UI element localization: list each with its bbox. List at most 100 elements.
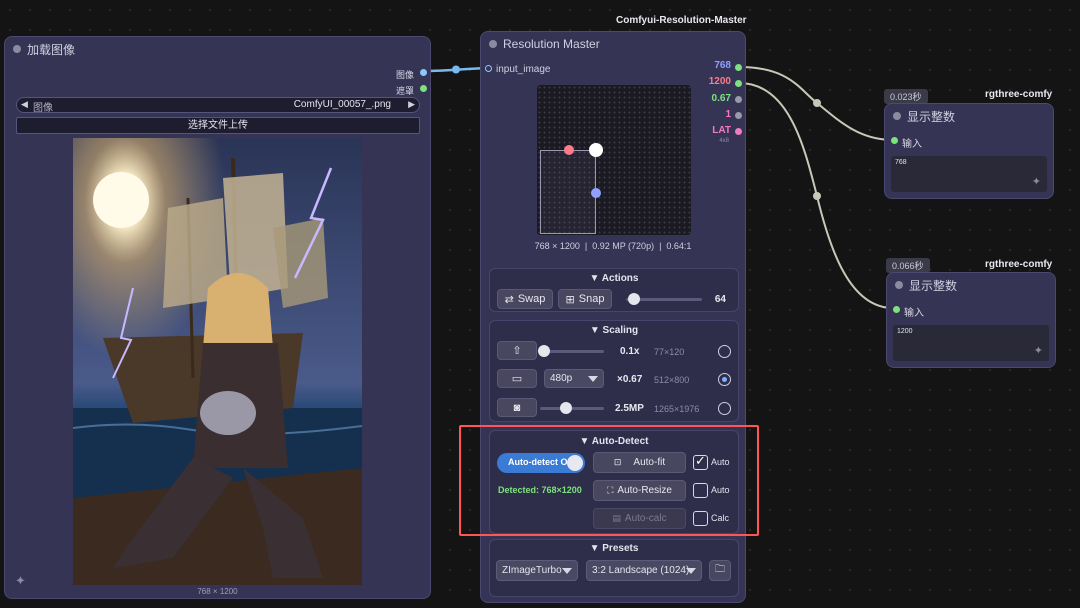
display-node-2-badge: 0.066秒 (886, 258, 930, 273)
input-slot[interactable] (893, 306, 900, 313)
value-display: 1200 ✦ (893, 325, 1049, 361)
input-label: input_image (496, 64, 551, 75)
snap-button[interactable]: ⊞ Snap (558, 289, 612, 309)
grid-icon: ⊞ (565, 293, 575, 306)
combo-value: ComfyUI_00057_.png (293, 99, 391, 110)
megapixel-result: 1265×1976 (654, 404, 700, 414)
camera-icon: ◙ (513, 401, 521, 414)
chevron-down-icon (588, 375, 598, 382)
resolution-select[interactable]: 480p (544, 369, 604, 388)
input-label: 输入 (902, 139, 922, 150)
snap-slider-thumb[interactable] (628, 293, 640, 305)
swap-label: Swap (517, 293, 546, 305)
arrow-left-icon[interactable]: ◀ (21, 99, 28, 110)
node-title: 显示整数 (907, 109, 956, 124)
megapixel-button[interactable]: ◙ (497, 398, 537, 417)
upscale-radio[interactable] (718, 345, 731, 358)
display-node-1-source: rgthree-comfy (985, 89, 1053, 100)
resolution-result: 512×800 (654, 375, 690, 385)
load-image-node[interactable]: 加载图像 图像 遮罩 ◀ 图像 ComfyUI_00057_.png ▶ 选择文… (4, 36, 431, 599)
snap-value: 64 (714, 294, 726, 305)
output-slot-latent[interactable] (735, 128, 742, 135)
output-slot-image[interactable] (420, 69, 427, 76)
megapixel-slider-track[interactable] (540, 407, 604, 410)
output-width-value: 768 (714, 60, 731, 71)
resolution-select-value: 480p (550, 373, 573, 384)
output-scale-value: 0.67 (711, 93, 731, 104)
resolution-rect (540, 150, 596, 234)
output-label-mask: 遮罩 (395, 86, 414, 96)
image-size-caption: 768 × 1200 (197, 587, 238, 596)
highlight-box (459, 425, 759, 536)
display-node-1-badge: 0.023秒 (884, 89, 928, 104)
value-text: 768 (895, 159, 907, 166)
node-title: 显示整数 (909, 278, 958, 293)
display-int-node-1[interactable]: 显示整数 输入 768 ✦ (884, 103, 1054, 199)
value-display: 768 ✦ (891, 156, 1047, 192)
input-slot[interactable] (891, 137, 898, 144)
group-label: Comfyui-Resolution-Master (616, 15, 747, 26)
width-handle[interactable] (564, 145, 574, 155)
chevron-down-icon (686, 567, 696, 574)
output-slot-mask[interactable] (420, 85, 427, 92)
swap-icon: ⇄ (504, 293, 514, 306)
collapse-dot[interactable] (13, 45, 21, 53)
resolution-button[interactable]: ▭ (497, 369, 537, 388)
display-int-node-2[interactable]: 显示整数 输入 1200 ✦ (886, 272, 1056, 368)
collapse-dot[interactable] (895, 281, 903, 289)
upscale-icon: ⇧ (512, 345, 522, 357)
corner-handle[interactable] (589, 143, 603, 157)
output-batch-value: 1 (725, 109, 731, 120)
actions-title[interactable]: ▼ Actions (490, 273, 738, 284)
upload-button[interactable]: 选择文件上传 (16, 117, 420, 134)
sparkle-icon[interactable]: ✦ (1034, 344, 1043, 357)
sparkle-icon[interactable]: ✦ (1032, 175, 1041, 188)
node-title: 加载图像 (27, 42, 76, 57)
output-slot-width[interactable] (735, 64, 742, 71)
output-slot-height[interactable] (735, 80, 742, 87)
input-label: 输入 (904, 308, 924, 319)
collapse-dot[interactable] (893, 112, 901, 120)
upscale-result: 77×120 (654, 347, 685, 357)
upscale-button[interactable]: ⇧ (497, 341, 537, 360)
preset-select-value: 3:2 Landscape (1024) (592, 565, 690, 576)
tv-icon: ▭ (511, 373, 523, 385)
image-combo-widget[interactable]: ◀ 图像 ComfyUI_00057_.png ▶ (16, 97, 420, 114)
resolution-radio[interactable] (718, 373, 731, 386)
output-latent-value: LAT (712, 125, 731, 136)
resolution-value: ×0.67 (617, 374, 643, 385)
preview-image (73, 138, 362, 585)
output-height-value: 1200 (708, 76, 731, 87)
model-select[interactable]: ZImageTurbo (496, 560, 578, 581)
latent-sub: 4x8 (719, 138, 729, 144)
swap-button[interactable]: ⇄ Swap (497, 289, 553, 309)
sparkle-icon[interactable]: ✦ (15, 573, 26, 589)
input-slot-image[interactable] (485, 65, 492, 72)
upscale-slider-thumb[interactable] (538, 345, 550, 357)
resolution-canvas[interactable] (537, 85, 691, 235)
collapse-dot[interactable] (489, 40, 497, 48)
presets-section: ▼ Presets ZImageTurbo 3:2 Landscape (102… (489, 539, 739, 597)
output-slot-batch[interactable] (735, 112, 742, 119)
megapixel-radio[interactable] (718, 402, 731, 415)
preset-folder-button[interactable]: 🗀 (709, 560, 731, 581)
value-text: 1200 (897, 328, 913, 335)
node-title: Resolution Master (503, 37, 600, 51)
arrow-right-icon[interactable]: ▶ (408, 99, 415, 110)
megapixel-slider-thumb[interactable] (560, 402, 572, 414)
combo-label: 图像 (33, 103, 53, 114)
scaling-title[interactable]: ▼ Scaling (490, 325, 738, 336)
display-node-2-source: rgthree-comfy (985, 259, 1053, 270)
output-slot-scale[interactable] (735, 96, 742, 103)
height-handle[interactable] (591, 188, 601, 198)
canvas-info: 768 × 1200 | 0.92 MP (720p) | 0.64:1 (534, 241, 692, 251)
scaling-section: ▼ Scaling ⇧ 0.1x 77×120 ▭ 480p ×0.67 512… (489, 320, 739, 422)
upscale-value: 0.1x (620, 346, 640, 357)
presets-title[interactable]: ▼ Presets (490, 543, 738, 554)
output-label-image: 图像 (395, 70, 414, 80)
chevron-down-icon (562, 567, 572, 574)
model-select-value: ZImageTurbo (502, 565, 562, 576)
preset-select[interactable]: 3:2 Landscape (1024) (586, 560, 702, 581)
megapixel-value: 2.5MP (615, 403, 644, 414)
actions-section: ▼ Actions ⇄ Swap ⊞ Snap 64 (489, 268, 739, 312)
